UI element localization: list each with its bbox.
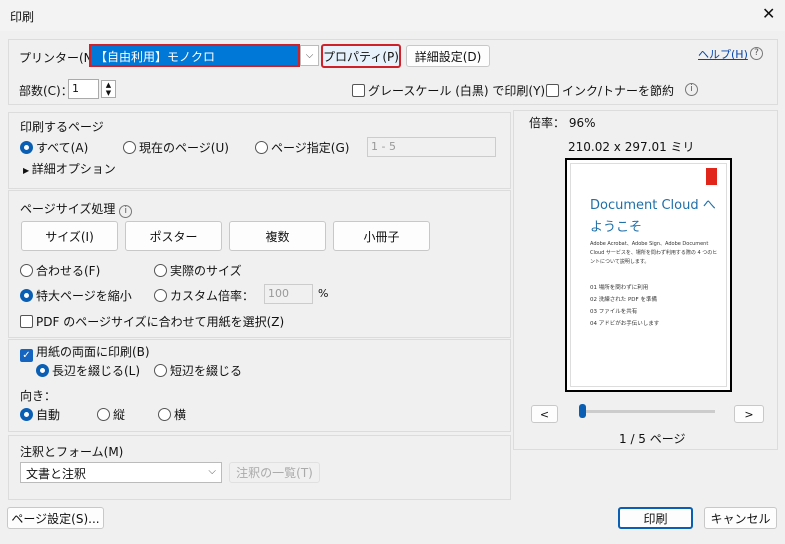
radio-current[interactable]: 現在のページ(U)	[123, 139, 229, 156]
comments-summary-button[interactable]: 注釈の一覧(T)	[229, 462, 320, 483]
radio-shrink[interactable]: 特大ページを縮小	[20, 287, 132, 304]
page-slider[interactable]	[582, 410, 715, 413]
radio-range-label: ページ指定(G)	[271, 141, 350, 155]
radio-auto[interactable]: 自動	[20, 406, 60, 423]
radio-landscape-label: 横	[174, 408, 187, 422]
copies-label: 部数(C)：	[19, 84, 73, 98]
help-icon[interactable]: ?	[750, 47, 763, 60]
radio-portrait-label: 縦	[113, 408, 126, 422]
tab-poster[interactable]: ポスター	[125, 221, 222, 251]
preview-zoom: 倍率： 96%	[529, 116, 596, 130]
copies-stepper[interactable]: ▲ ▼	[101, 80, 116, 98]
preview-heading-1: Document Cloud へ	[590, 198, 716, 213]
preview-list-item: 01 場所を問わずに利用	[590, 285, 649, 291]
radio-actual-label: 実際のサイズ	[170, 264, 242, 278]
grayscale-label: グレースケール (白黒) で印刷(Y)	[368, 84, 546, 98]
info-icon[interactable]: i	[685, 83, 698, 96]
radio-portrait[interactable]: 縦	[97, 406, 125, 423]
grayscale-checkbox[interactable]: グレースケール (白黒) で印刷(Y)	[352, 82, 545, 99]
radio-all-label: すべて(A)	[36, 141, 89, 155]
radio-all[interactable]: すべて(A)	[20, 139, 88, 156]
radio-fit-label: 合わせる(F)	[36, 264, 101, 278]
tab-multiple[interactable]: 複数	[229, 221, 326, 251]
page-size-title-text: ページサイズ処理	[20, 202, 116, 216]
more-options-label: 詳細オプション	[31, 162, 116, 176]
print-button[interactable]: 印刷	[618, 507, 693, 529]
page-size-title: ページサイズ処理 i	[20, 200, 133, 218]
printer-select[interactable]: 【自由利用】モノクロ	[89, 44, 300, 67]
preview-paper-size: 210.02 x 297.01 ミリ	[568, 140, 695, 154]
properties-button[interactable]: プロパティ(P)	[321, 44, 401, 68]
preview-body: Adobe Acrobat、Adobe Sign、Adobe Document …	[590, 241, 718, 265]
cancel-button[interactable]: キャンセル	[704, 507, 777, 529]
comments-select[interactable]: 文書と注釈 ⌵	[20, 462, 222, 483]
preview-list-item: 04 アドビがお手伝いします	[590, 321, 660, 327]
radio-current-label: 現在のページ(U)	[139, 141, 229, 155]
title-bar: 印刷 ✕	[0, 0, 785, 31]
duplex-checkbox[interactable]: ✓ 用紙の両面に印刷(B)	[20, 343, 150, 362]
window-title: 印刷	[10, 10, 35, 24]
radio-landscape[interactable]: 横	[158, 406, 186, 423]
next-page-button[interactable]: >	[734, 405, 764, 423]
triangle-right-icon: ▶	[23, 166, 32, 175]
chevron-down-icon[interactable]: ⌵	[300, 45, 319, 66]
duplex-label: 用紙の両面に印刷(B)	[36, 345, 150, 359]
radio-custom[interactable]: カスタム倍率：	[154, 287, 254, 304]
radio-range[interactable]: ページ指定(G)	[255, 139, 349, 156]
radio-long-edge[interactable]: 長辺を綴じる(L)	[36, 362, 140, 379]
pdf-paper-checkbox[interactable]: PDF のページサイズに合わせて用紙を選択(Z)	[20, 313, 284, 330]
prev-page-button[interactable]: <	[531, 405, 558, 423]
more-options-toggle[interactable]: ▶ 詳細オプション	[23, 160, 116, 177]
info-icon[interactable]: i	[119, 205, 133, 218]
radio-long-edge-label: 長辺を綴じる(L)	[52, 364, 141, 378]
adobe-logo	[706, 168, 717, 185]
close-icon[interactable]: ✕	[762, 4, 775, 23]
copies-input[interactable]: 1	[68, 79, 99, 99]
printer-value: 【自由利用】モノクロ	[95, 50, 216, 64]
preview-heading-2: ようこそ	[590, 220, 643, 235]
advanced-button[interactable]: 詳細設定(D)	[406, 45, 490, 67]
radio-actual[interactable]: 実際のサイズ	[154, 262, 242, 279]
preview-list: 01 場所を問わずに利用 02 洗練された PDF を準備 03 ファイルを共有…	[590, 282, 659, 330]
help-link[interactable]: ヘルプ(H)	[698, 46, 748, 62]
tab-booklet[interactable]: 小冊子	[333, 221, 430, 251]
percent-label: %	[318, 287, 329, 300]
chevron-down-icon: ⌵	[208, 466, 216, 477]
save-ink-checkbox[interactable]: インク/トナーを節約	[546, 82, 674, 99]
page-range-input[interactable]: 1 - 5	[367, 137, 496, 157]
radio-short-edge[interactable]: 短辺を綴じる	[154, 362, 242, 379]
pages-title: 印刷するページ	[20, 120, 104, 134]
slider-thumb[interactable]	[579, 404, 586, 418]
tab-size[interactable]: サイズ(I)	[21, 221, 118, 251]
radio-auto-label: 自動	[36, 408, 61, 422]
radio-fit[interactable]: 合わせる(F)	[20, 262, 100, 279]
radio-short-edge-label: 短辺を綴じる	[170, 364, 243, 378]
preview-list-item: 02 洗練された PDF を準備	[590, 297, 657, 303]
page-preview: Document Cloud へ ようこそ Adobe Acrobat、Adob…	[565, 158, 732, 392]
save-ink-label: インク/トナーを節約	[562, 84, 675, 98]
orientation-label: 向き：	[20, 389, 57, 403]
radio-custom-label: カスタム倍率：	[170, 289, 255, 303]
custom-scale-input[interactable]: 100	[264, 284, 313, 304]
page-indicator: 1 / 5 ページ	[619, 432, 686, 446]
preview-list-item: 03 ファイルを共有	[590, 309, 638, 315]
radio-shrink-label: 特大ページを縮小	[36, 289, 132, 303]
page-setup-button[interactable]: ページ設定(S)...	[7, 507, 104, 529]
comments-value: 文書と注釈	[26, 467, 87, 481]
pdf-paper-label: PDF のページサイズに合わせて用紙を選択(Z)	[36, 315, 285, 329]
comments-label: 注釈とフォーム(M)	[20, 445, 124, 459]
